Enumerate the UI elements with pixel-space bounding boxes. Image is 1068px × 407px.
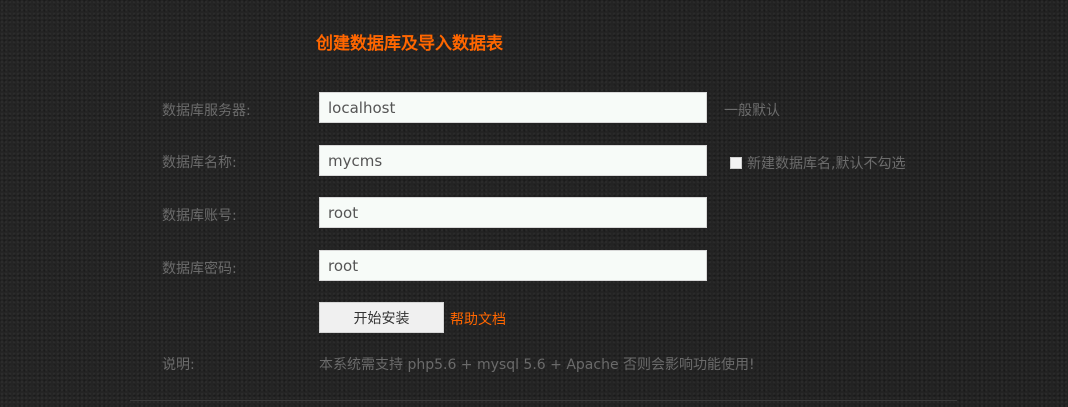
db-name-label: 数据库名称: xyxy=(162,155,237,171)
footer-divider xyxy=(130,400,957,401)
note-label: 说明: xyxy=(162,357,195,373)
db-password-label: 数据库密码: xyxy=(162,261,237,277)
page-title: 创建数据库及导入数据表 xyxy=(316,34,503,54)
create-db-option[interactable]: 新建数据库名,默认不勾选 xyxy=(730,153,905,173)
create-db-checkbox[interactable] xyxy=(730,157,742,169)
db-user-input[interactable] xyxy=(319,197,707,228)
db-name-input[interactable] xyxy=(319,145,707,176)
db-password-input[interactable] xyxy=(319,250,707,281)
start-install-button[interactable]: 开始安装 xyxy=(319,302,444,333)
help-docs-link[interactable]: 帮助文档 xyxy=(450,309,506,329)
db-server-label: 数据库服务器: xyxy=(162,103,251,119)
create-db-checkbox-label: 新建数据库名,默认不勾选 xyxy=(747,156,906,172)
db-user-label: 数据库账号: xyxy=(162,208,237,224)
note-text: 本系统需支持 php5.6 + mysql 5.6 + Apache 否则会影响… xyxy=(319,357,755,373)
db-server-hint: 一般默认 xyxy=(724,103,780,119)
db-server-input[interactable] xyxy=(319,92,707,123)
